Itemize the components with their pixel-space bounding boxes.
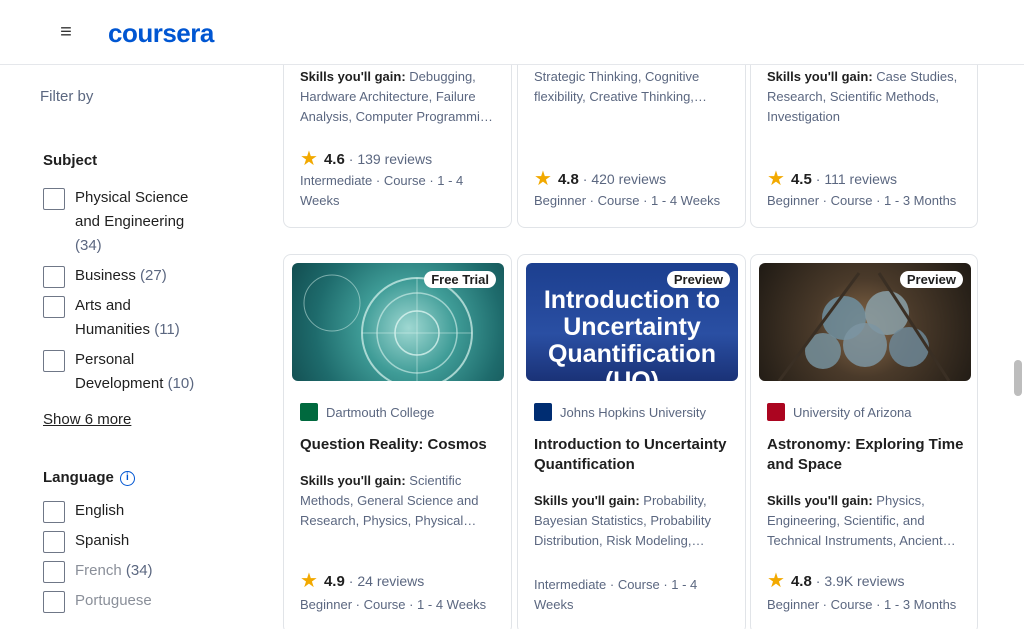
partner-logo (300, 403, 318, 421)
checkbox[interactable] (43, 266, 65, 288)
subject-option-arts[interactable]: Arts and Humanities (11) (43, 294, 193, 342)
preview-badge: Preview (666, 271, 730, 288)
course-meta: Beginner · Course · 1 - 4 Weeks (300, 597, 487, 612)
course-meta: Beginner · Course · 1 - 4 Weeks (534, 193, 721, 208)
checkbox[interactable] (43, 188, 65, 210)
checkbox[interactable] (43, 501, 65, 523)
partner[interactable]: University of Arizona (767, 403, 912, 421)
partner-name: Dartmouth College (326, 404, 435, 420)
option-label: Physical Science and Engineering (75, 189, 189, 230)
skills-text: Strategic Thinking, Cognitive flexibilit… (534, 69, 707, 104)
star-icon: ★ (300, 570, 318, 592)
course-thumbnail: Free Trial (292, 263, 504, 381)
course-card[interactable]: Introduction to Uncertainty Quantificati… (517, 254, 746, 629)
course-thumbnail: Introduction to Uncertainty Quantificati… (526, 263, 738, 381)
star-icon: ★ (300, 148, 318, 170)
free-trial-badge: Free Trial (424, 271, 496, 288)
star-icon: ★ (534, 168, 552, 190)
checkbox[interactable] (43, 531, 65, 553)
skills-text: Skills you'll gain: Case Studies, Resear… (767, 69, 958, 124)
page-scrollbar[interactable] (1014, 360, 1022, 396)
option-label: French (75, 562, 122, 579)
option-label: Business (75, 267, 136, 284)
skills-text: Skills you'll gain: Debugging, Hardware … (300, 69, 493, 124)
checkbox[interactable] (43, 591, 65, 613)
star-icon: ★ (767, 570, 785, 592)
course-card[interactable]: Preview University of Arizona Astronomy:… (750, 254, 978, 629)
option-count: (10) (167, 375, 195, 392)
thumbnail-text: Introduction to Uncertainty Quantificati… (543, 287, 721, 381)
header: ≡ coursera (0, 0, 1024, 65)
option-count: (27) (140, 267, 167, 284)
language-option-spanish[interactable]: Spanish (43, 529, 129, 553)
rating: ★ 4.5 · 111 reviews (767, 168, 897, 190)
option-count: (34) (75, 237, 102, 254)
rating: ★ 4.8 · 420 reviews (534, 168, 667, 190)
info-icon[interactable]: i (119, 470, 135, 486)
menu-icon[interactable]: ≡ (52, 20, 80, 44)
rating: ★ 4.9 · 24 reviews (300, 570, 425, 592)
subject-option-business[interactable]: Business (27) (43, 264, 167, 288)
course-meta: Intermediate · Course · 1 - 4 Weeks (300, 173, 464, 208)
language-option-english[interactable]: English (43, 499, 124, 523)
subject-title: Subject (43, 152, 98, 169)
skills-text: Skills you'll gain: Physics, Engineering… (767, 493, 956, 548)
skills-text: Skills you'll gain: Scientific Methods, … (300, 473, 479, 528)
course-title[interactable]: Introduction to Uncertainty Quantificati… (534, 435, 733, 475)
rating: ★ 4.8 · 3.9K reviews (767, 570, 905, 592)
show-more-subjects[interactable]: Show 6 more (43, 411, 131, 428)
coursera-logo[interactable]: coursera (108, 18, 214, 49)
course-meta: Intermediate · Course · 1 - 4 Weeks (534, 577, 698, 612)
course-meta: Beginner · Course · 1 - 3 Months (767, 193, 957, 208)
option-label: English (75, 502, 125, 519)
option-label: Portuguese (75, 592, 152, 609)
subject-option-physical-science[interactable]: Physical Science and Engineering (34) (43, 186, 203, 258)
option-count: (11) (154, 321, 180, 338)
checkbox[interactable] (43, 561, 65, 583)
rating: ★ 4.6 · 139 reviews (300, 148, 433, 170)
partner-name: Johns Hopkins University (560, 404, 706, 420)
star-icon: ★ (767, 168, 785, 190)
language-option-portuguese[interactable]: Portuguese (43, 589, 152, 613)
language-option-french[interactable]: French (34) (43, 559, 153, 583)
course-title[interactable]: Question Reality: Cosmos (300, 435, 499, 455)
course-meta: Beginner · Course · 1 - 3 Months (767, 597, 957, 612)
checkbox[interactable] (43, 350, 65, 372)
language-title: Language i (43, 469, 135, 486)
course-title[interactable]: Astronomy: Exploring Time and Space (767, 435, 965, 475)
filter-by-label: Filter by (40, 88, 94, 105)
subject-option-personal-dev[interactable]: Personal Development (10) (43, 348, 213, 396)
option-label: Personal Development (75, 351, 164, 392)
option-label: Spanish (75, 532, 130, 549)
course-card[interactable]: Free Trial Dartmouth College Question Re… (283, 254, 512, 629)
preview-badge: Preview (899, 271, 963, 288)
partner[interactable]: Dartmouth College (300, 403, 434, 421)
filter-sidebar: Filter by Subject Physical Science and E… (0, 65, 260, 629)
skills-text: Skills you'll gain: Probability, Bayesia… (534, 493, 712, 548)
partner-logo (534, 403, 552, 421)
course-thumbnail: Preview (759, 263, 971, 381)
partner[interactable]: Johns Hopkins University (534, 403, 706, 421)
option-label: Arts and Humanities (75, 297, 151, 338)
partner-logo (767, 403, 785, 421)
checkbox[interactable] (43, 296, 65, 318)
partner-name: University of Arizona (793, 404, 912, 420)
option-count: (34) (125, 562, 153, 579)
